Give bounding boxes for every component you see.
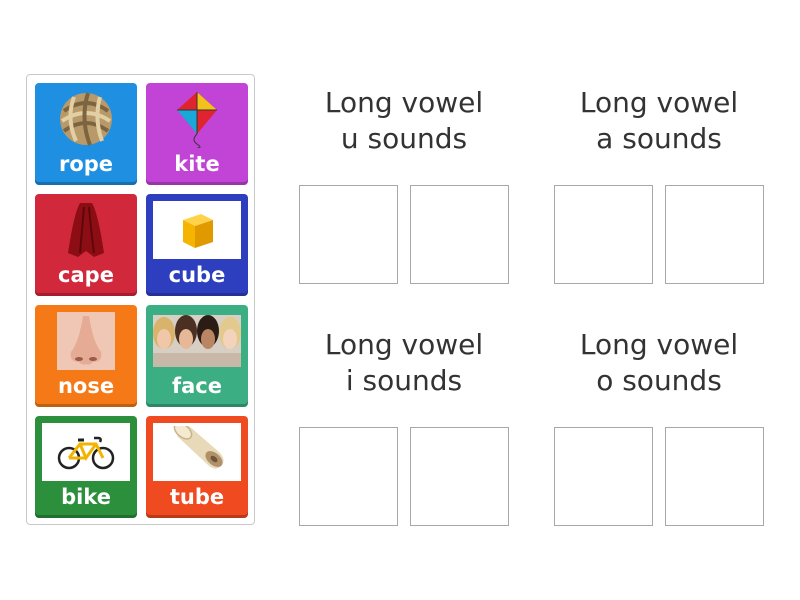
drop-slot-u-1[interactable] <box>299 185 398 284</box>
group-heading-line2: o sounds <box>596 364 722 397</box>
tile-nose[interactable]: nose <box>35 305 137 407</box>
kite-icon <box>153 90 241 148</box>
group-heading-u: Long vowel u sounds <box>294 85 514 157</box>
cube-icon <box>153 201 241 259</box>
tile-face[interactable]: face <box>146 305 248 407</box>
drop-slot-o-2[interactable] <box>665 427 764 526</box>
tile-bike[interactable]: bike <box>35 416 137 518</box>
tile-label: face <box>172 374 222 398</box>
tile-label: kite <box>174 152 220 176</box>
drop-slot-a-1[interactable] <box>554 185 653 284</box>
group-heading-line1: Long vowel <box>579 86 739 119</box>
tile-label: tube <box>169 485 225 509</box>
group-heading-line2: a sounds <box>596 122 722 155</box>
group-heading-line2: i sounds <box>345 364 463 397</box>
tile-label: nose <box>57 374 115 398</box>
tube-icon <box>153 423 241 481</box>
drop-slot-i-1[interactable] <box>299 427 398 526</box>
drop-slot-u-2[interactable] <box>410 185 509 284</box>
group-heading-line1: Long vowel <box>324 328 484 361</box>
group-heading-line1: Long vowel <box>324 86 484 119</box>
tile-label: cube <box>168 263 226 287</box>
tile-label: rope <box>58 152 114 176</box>
tile-kite[interactable]: kite <box>146 83 248 185</box>
group-heading-line2: u sounds <box>340 122 468 155</box>
word-bank: rope kite cape cube nose face bike tube <box>26 74 255 525</box>
drop-slot-i-2[interactable] <box>410 427 509 526</box>
tile-cape[interactable]: cape <box>35 194 137 296</box>
drop-slot-o-1[interactable] <box>554 427 653 526</box>
drop-slot-a-2[interactable] <box>665 185 764 284</box>
group-heading-a: Long vowel a sounds <box>549 85 769 157</box>
group-heading-line1: Long vowel <box>579 328 739 361</box>
rope-knot-icon <box>42 90 130 148</box>
group-heading-i: Long vowel i sounds <box>294 327 514 399</box>
faces-icon <box>153 312 241 370</box>
tile-label: cape <box>58 263 114 287</box>
tile-label: bike <box>61 485 111 509</box>
nose-icon <box>42 312 130 370</box>
bicycle-icon <box>42 423 130 481</box>
tile-rope[interactable]: rope <box>35 83 137 185</box>
group-heading-o: Long vowel o sounds <box>549 327 769 399</box>
cape-icon <box>42 201 130 259</box>
tile-cube[interactable]: cube <box>146 194 248 296</box>
tile-tube[interactable]: tube <box>146 416 248 518</box>
